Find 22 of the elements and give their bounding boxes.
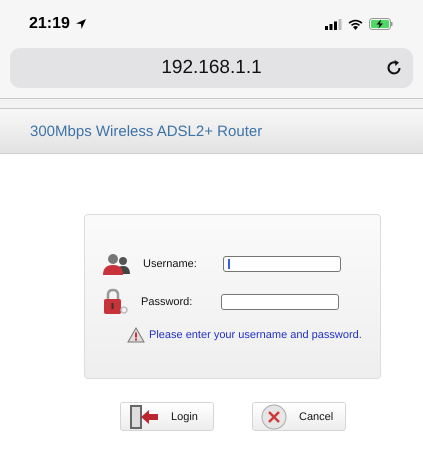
battery-charging-icon xyxy=(369,18,393,30)
location-arrow-icon xyxy=(76,19,86,29)
cancel-icon xyxy=(261,404,287,430)
padlock-icon xyxy=(103,288,129,316)
router-title: 300Mbps Wireless ADSL2+ Router xyxy=(30,122,262,140)
door-arrow-icon xyxy=(129,404,159,430)
field-label: Username: xyxy=(143,258,198,270)
url-text: 192.168.1.1 xyxy=(161,57,262,79)
signal-icon xyxy=(325,18,342,30)
username-field[interactable] xyxy=(223,256,341,272)
wifi-icon xyxy=(348,18,363,30)
field-label: Password: xyxy=(141,296,194,308)
warning-icon xyxy=(127,327,145,343)
login-button[interactable]: Login xyxy=(120,402,214,431)
cancel-button[interactable]: Cancel xyxy=(252,402,346,431)
password-field[interactable] xyxy=(221,294,339,310)
reload-icon[interactable] xyxy=(385,59,403,77)
users-icon xyxy=(103,252,131,276)
hint-message: Please enter your username and password. xyxy=(149,329,362,341)
address-bar[interactable]: 192.168.1.1 xyxy=(10,48,413,88)
clock-time: 21:19 xyxy=(29,15,70,33)
text-cursor xyxy=(228,259,230,269)
